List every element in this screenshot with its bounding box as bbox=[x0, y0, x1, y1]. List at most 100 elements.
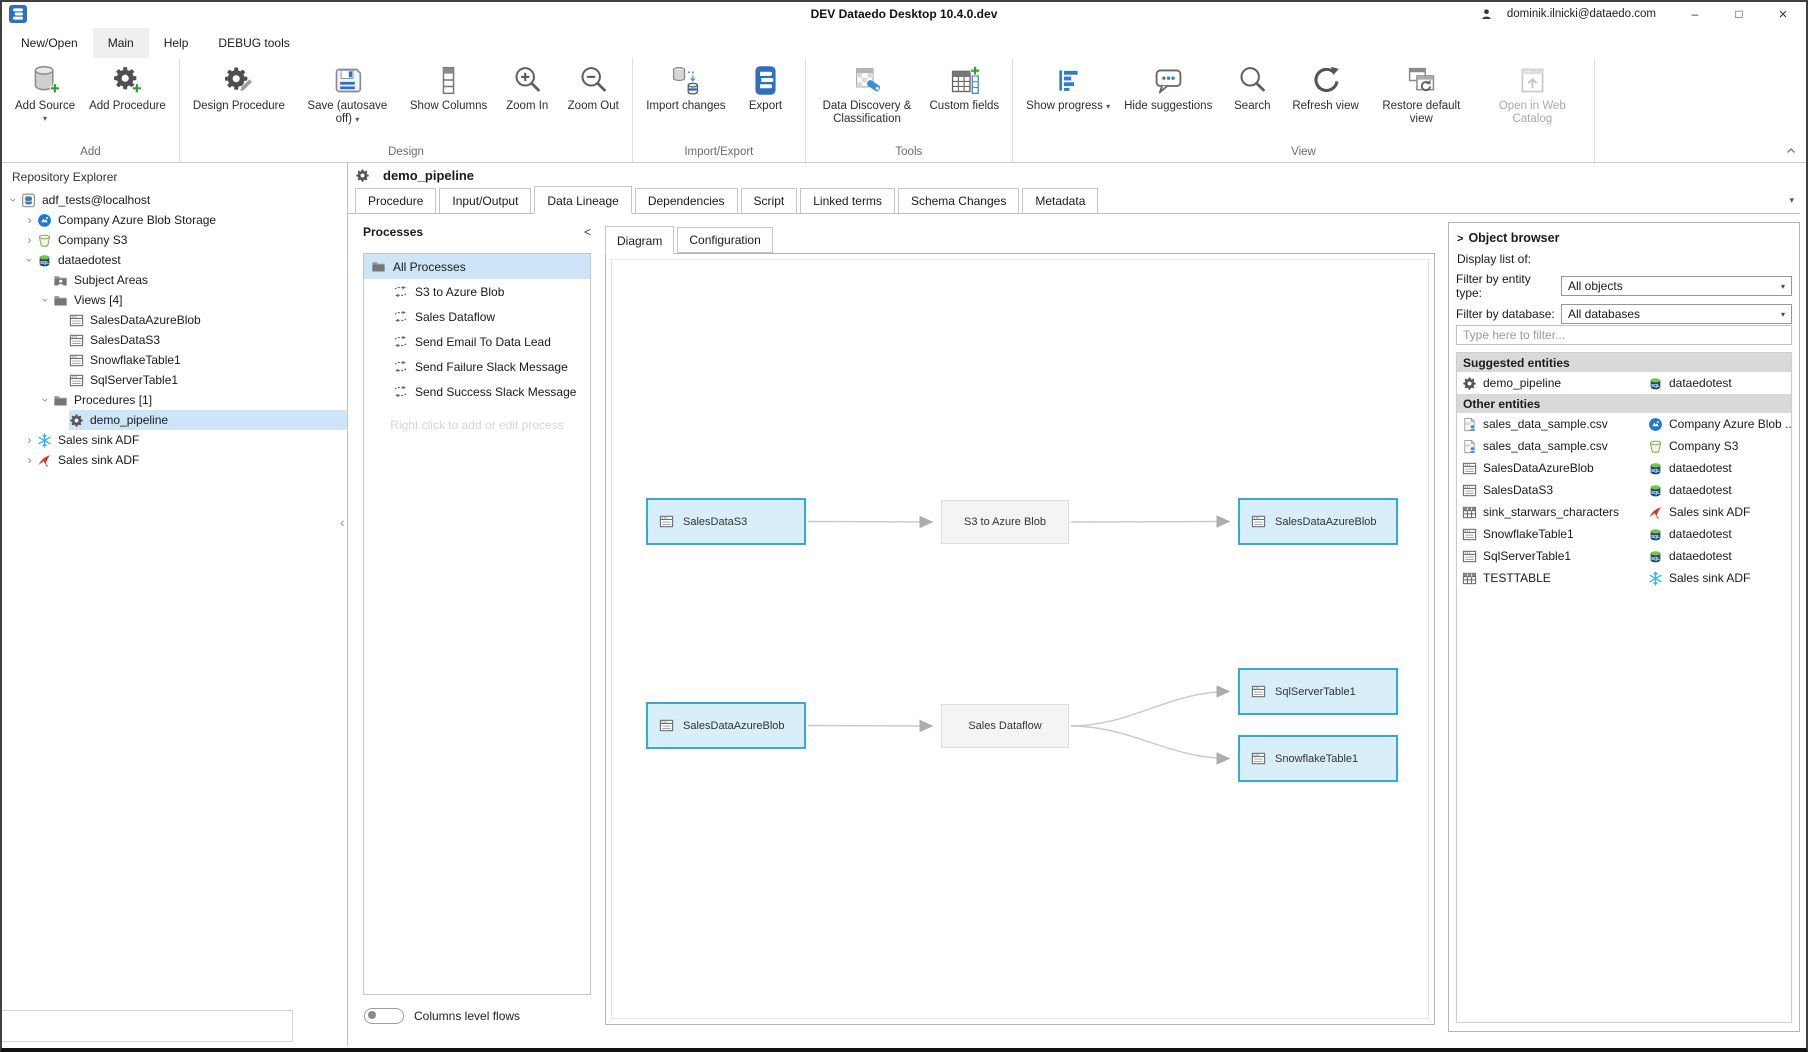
entity-row-salesdataazureblob[interactable]: SalesDataAzureBlobSQLdataedotest bbox=[1457, 457, 1791, 479]
diagram-tab-configuration[interactable]: Configuration bbox=[677, 227, 772, 253]
export-button[interactable]: Export bbox=[733, 60, 799, 114]
diagram-entity-salesdatas3[interactable]: SalesDataS3 bbox=[646, 498, 806, 545]
entity-row-snowflaketable1[interactable]: SnowflakeTable1SQLdataedotest bbox=[1457, 523, 1791, 545]
tab-metadata[interactable]: Metadata bbox=[1022, 188, 1098, 213]
maximize-button[interactable]: □ bbox=[1724, 7, 1754, 21]
tree-item-sales-sink-adf[interactable]: ›Sales sink ADF bbox=[2, 450, 347, 470]
tree-item-procedures-1[interactable]: ›Procedures [1] bbox=[2, 390, 347, 410]
entity-row-salesdatas3[interactable]: SalesDataS3SQLdataedotest bbox=[1457, 479, 1791, 501]
zoom-in-button[interactable]: Zoom In bbox=[494, 60, 560, 114]
ribbon-collapse-icon[interactable] bbox=[1786, 147, 1796, 154]
entity-filter-input[interactable] bbox=[1456, 325, 1792, 345]
panel-collapse-icon[interactable]: ‹ bbox=[340, 514, 345, 530]
diagram-entity-sqlservertable1[interactable]: SqlServerTable1 bbox=[1238, 668, 1398, 715]
save-autosave-off-button[interactable]: Save (autosave off) ▾ bbox=[292, 60, 403, 127]
chevron-down-icon[interactable]: › bbox=[23, 253, 37, 268]
refresh-view-button[interactable]: Refresh view bbox=[1285, 60, 1365, 114]
diagram-process-s3-to-azure-blob[interactable]: S3 to Azure Blob bbox=[941, 500, 1069, 544]
tab-dependencies[interactable]: Dependencies bbox=[635, 188, 738, 213]
chevron-right-icon[interactable]: › bbox=[22, 233, 37, 247]
entity-row-sqlservertable1[interactable]: SqlServerTable1SQLdataedotest bbox=[1457, 545, 1791, 567]
search-button[interactable]: Search bbox=[1219, 60, 1285, 114]
tree-item-subject-areas[interactable]: Subject Areas bbox=[2, 270, 347, 290]
tree-hscrollbar[interactable] bbox=[2, 1010, 293, 1042]
columns-level-flows-toggle[interactable] bbox=[364, 1008, 404, 1024]
process-item-all-processes[interactable]: All Processes bbox=[364, 254, 590, 279]
entity-name: sink_starwars_characters bbox=[1483, 505, 1619, 519]
menu-tab-new-open[interactable]: New/Open bbox=[6, 28, 93, 58]
data-discovery-classification-button[interactable]: Data Discovery & Classification bbox=[812, 60, 923, 127]
diagram-tab-diagram[interactable]: Diagram bbox=[605, 226, 674, 254]
menu-tab-help[interactable]: Help bbox=[149, 28, 204, 58]
processes-collapse-icon[interactable]: < bbox=[584, 225, 591, 239]
import-changes-button[interactable]: Import changes bbox=[639, 60, 732, 114]
tree-item-demo-pipeline[interactable]: demo_pipeline bbox=[2, 410, 347, 430]
process-item-send-email-to-data-lead[interactable]: Send Email To Data Lead bbox=[364, 329, 590, 354]
show-progress-button[interactable]: Show progress ▾ bbox=[1019, 60, 1117, 114]
menu-tab-debug-tools[interactable]: DEBUG tools bbox=[203, 28, 304, 58]
custom-fields-button[interactable]: Custom fields bbox=[923, 60, 1007, 114]
entity-source: Company Azure Blob ... bbox=[1669, 417, 1791, 431]
view-icon bbox=[1251, 751, 1266, 766]
minimize-button[interactable]: – bbox=[1680, 7, 1710, 21]
chevron-down-icon[interactable]: › bbox=[39, 293, 53, 308]
tab-script[interactable]: Script bbox=[741, 188, 798, 213]
tree-item-adf-tests-localhost[interactable]: ›adf_tests@localhost bbox=[2, 190, 347, 210]
suggestions-icon bbox=[1152, 64, 1185, 97]
entity-row-sales-data-sample-csv[interactable]: csvsales_data_sample.csvCompany S3 bbox=[1457, 435, 1791, 457]
tree-item-company-s3[interactable]: ›Company S3 bbox=[2, 230, 347, 250]
process-item-label: Send Failure Slack Message bbox=[415, 360, 568, 374]
tree-item-salesdatas3[interactable]: SalesDataS3 bbox=[2, 330, 347, 350]
entity-name-cell: csvsales_data_sample.csv bbox=[1457, 439, 1648, 454]
diagram-process-sales-dataflow[interactable]: Sales Dataflow bbox=[941, 704, 1069, 748]
show-columns-button[interactable]: Show Columns bbox=[403, 60, 494, 114]
add-source-button[interactable]: Add Source▾ bbox=[8, 60, 82, 124]
entity-row-demo-pipeline[interactable]: demo_pipelineSQLdataedotest bbox=[1457, 372, 1791, 394]
zoom-out-button[interactable]: Zoom Out bbox=[560, 60, 626, 114]
process-item-send-failure-slack-message[interactable]: Send Failure Slack Message bbox=[364, 354, 590, 379]
chevron-down-icon[interactable]: › bbox=[39, 393, 53, 408]
add-procedure-button[interactable]: Add Procedure bbox=[82, 60, 173, 114]
object-browser-collapse-icon[interactable]: > bbox=[1457, 233, 1463, 245]
columns-level-flows-row: Columns level flows bbox=[364, 1008, 520, 1024]
filter-by-database-select[interactable]: All databases▾ bbox=[1561, 304, 1792, 324]
process-item-s3-to-azure-blob[interactable]: S3 to Azure Blob bbox=[364, 279, 590, 304]
tree-item-sqlservertable1[interactable]: SqlServerTable1 bbox=[2, 370, 347, 390]
zoom-in-icon bbox=[511, 64, 544, 97]
save-icon bbox=[331, 64, 364, 97]
chevron-down-icon[interactable]: › bbox=[7, 193, 21, 208]
tree-item-dataedotest[interactable]: ›SQLdataedotest bbox=[2, 250, 347, 270]
tree-item-company-azure-blob-storage[interactable]: ›Company Azure Blob Storage bbox=[2, 210, 347, 230]
design-procedure-button[interactable]: Design Procedure bbox=[186, 60, 292, 114]
tree-item-sales-sink-adf[interactable]: ›Sales sink ADF bbox=[2, 430, 347, 450]
process-item-sales-dataflow[interactable]: Sales Dataflow bbox=[364, 304, 590, 329]
close-button[interactable]: × bbox=[1768, 6, 1798, 23]
tab-procedure[interactable]: Procedure bbox=[355, 188, 436, 213]
tree-item-body: Views [4] bbox=[53, 290, 347, 310]
entity-row-sink-starwars-characters[interactable]: sink_starwars_charactersSales sink ADF bbox=[1457, 501, 1791, 523]
chevron-right-icon[interactable]: › bbox=[22, 213, 37, 227]
chevron-right-icon[interactable]: › bbox=[22, 453, 37, 467]
diagram-entity-salesdataazureblob[interactable]: SalesDataAzureBlob bbox=[1238, 498, 1398, 545]
diagram-entity-snowflaketable1[interactable]: SnowflakeTable1 bbox=[1238, 735, 1398, 782]
user-email[interactable]: dominik.ilnicki@dataedo.com bbox=[1507, 8, 1656, 20]
menu-tab-main[interactable]: Main bbox=[93, 28, 149, 58]
tab-input-output[interactable]: Input/Output bbox=[439, 188, 531, 213]
tree-item-salesdataazureblob[interactable]: SalesDataAzureBlob bbox=[2, 310, 347, 330]
entity-row-testtable[interactable]: TESTTABLESales sink ADF bbox=[1457, 567, 1791, 589]
tab-overflow-icon[interactable]: ▾ bbox=[1789, 195, 1794, 206]
hide-suggestions-button[interactable]: Hide suggestions bbox=[1117, 60, 1219, 114]
chevron-right-icon[interactable]: › bbox=[22, 433, 37, 447]
process-item-send-success-slack-message[interactable]: Send Success Slack Message bbox=[364, 379, 590, 404]
restore-default-view-button[interactable]: Restore default view bbox=[1366, 60, 1477, 127]
tab-linked-terms[interactable]: Linked terms bbox=[800, 188, 895, 213]
entity-row-sales-data-sample-csv[interactable]: csvsales_data_sample.csvCompany Azure Bl… bbox=[1457, 413, 1791, 435]
tree-item-views-4[interactable]: ›Views [4] bbox=[2, 290, 347, 310]
tree-item-snowflaketable1[interactable]: SnowflakeTable1 bbox=[2, 350, 347, 370]
diagram-canvas[interactable]: SalesDataS3 SalesDataAzureBlob SalesDataAz… bbox=[605, 253, 1435, 1025]
entity-source-cell: SQLdataedotest bbox=[1648, 549, 1791, 564]
filter-by-entity-type-select[interactable]: All objects▾ bbox=[1561, 276, 1792, 296]
diagram-entity-salesdataazureblob[interactable]: SalesDataAzureBlob bbox=[646, 702, 806, 749]
tab-data-lineage[interactable]: Data Lineage bbox=[534, 186, 631, 214]
tab-schema-changes[interactable]: Schema Changes bbox=[898, 188, 1019, 213]
